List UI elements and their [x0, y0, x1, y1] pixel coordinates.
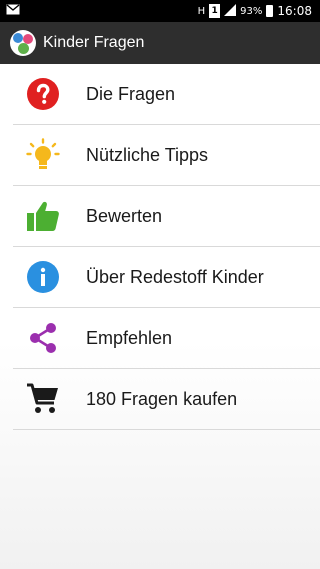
menu-item-ueber-redestoff[interactable]: Über Redestoff Kinder	[13, 247, 320, 308]
cart-icon	[25, 381, 61, 417]
thumbs-up-icon	[25, 198, 61, 234]
sim-icon: 1	[209, 4, 221, 18]
menu-item-bewerten[interactable]: Bewerten	[13, 186, 320, 247]
app-bar: Kinder Fragen	[0, 22, 320, 64]
clock: 16:08	[277, 4, 312, 18]
info-icon	[25, 259, 61, 295]
signal-icon	[224, 3, 237, 19]
menu-item-label: 180 Fragen kaufen	[86, 388, 238, 409]
menu-item-nuetzliche-tipps[interactable]: Nützliche Tipps	[13, 125, 320, 186]
network-type-label: H	[197, 5, 206, 17]
help-icon	[25, 76, 61, 112]
status-bar: H 1 93% 16:08	[0, 0, 320, 22]
menu-item-die-fragen[interactable]: Die Fragen	[13, 64, 320, 125]
menu-item-label: Bewerten	[86, 205, 163, 226]
menu-list: Die Fragen Nützliche Tipps Bewerten Über…	[13, 64, 320, 430]
app-title: Kinder Fragen	[43, 34, 145, 51]
menu-item-label: Empfehlen	[86, 327, 173, 348]
menu-item-fragen-kaufen[interactable]: 180 Fragen kaufen	[13, 369, 320, 430]
app-logo-icon	[10, 30, 36, 56]
battery-icon	[266, 5, 274, 17]
menu-item-label: Die Fragen	[86, 83, 176, 104]
lightbulb-icon	[25, 137, 61, 173]
menu-item-label: Über Redestoff Kinder	[86, 266, 264, 287]
menu-item-label: Nützliche Tipps	[86, 144, 209, 165]
main-content: Die Fragen Nützliche Tipps Bewerten Über…	[0, 64, 320, 569]
menu-item-empfehlen[interactable]: Empfehlen	[13, 308, 320, 369]
gmail-notification-icon	[6, 4, 20, 18]
battery-percent: 93%	[240, 5, 263, 17]
share-icon	[25, 320, 61, 356]
